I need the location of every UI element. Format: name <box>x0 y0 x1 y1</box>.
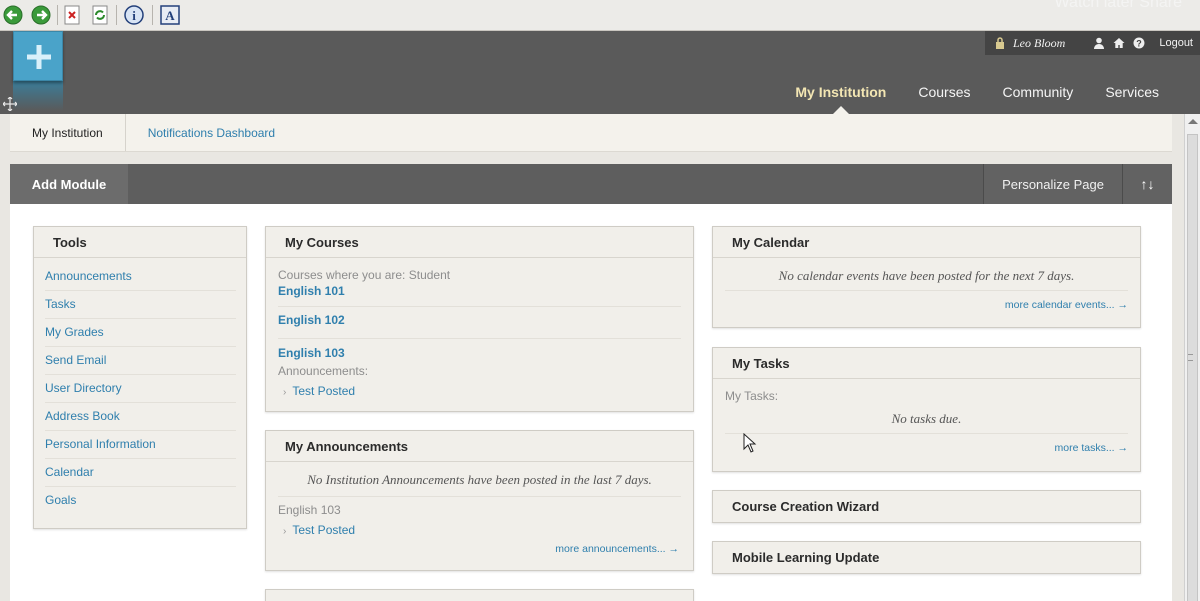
course-creation-wizard-title[interactable]: Course Creation Wizard <box>713 491 1140 522</box>
personalize-page-button[interactable]: Personalize Page <box>983 164 1122 204</box>
logo-shadow <box>13 81 63 111</box>
tools-link-address-book[interactable]: Address Book <box>45 403 236 431</box>
tasks-empty-message: No tasks due. <box>891 411 962 426</box>
toolbar-separator <box>57 5 58 25</box>
svg-text:i: i <box>132 8 136 23</box>
subtab-my-institution[interactable]: My Institution <box>10 114 126 151</box>
divider <box>725 290 1128 291</box>
logout-link[interactable]: Logout <box>1159 37 1193 49</box>
my-calendar-title: My Calendar <box>713 227 1140 258</box>
tools-link-announcements[interactable]: Announcements <box>45 263 236 291</box>
nav-courses[interactable]: Courses <box>902 84 986 100</box>
svg-text:?: ? <box>1137 39 1143 49</box>
user-lock-icon <box>996 37 1004 49</box>
info-icon[interactable]: i <box>123 4 145 26</box>
more-tasks-link[interactable]: more tasks... → <box>725 442 1128 454</box>
my-courses-title: My Courses <box>266 227 693 258</box>
tools-link-tasks[interactable]: Tasks <box>45 291 236 319</box>
refresh-icon[interactable] <box>89 4 111 26</box>
forward-icon[interactable] <box>30 4 52 26</box>
announcement-course-label: English 103 <box>278 503 341 517</box>
content-area: Tools Announcements Tasks My Grades Send… <box>10 204 1172 601</box>
divider <box>725 433 1128 434</box>
back-icon[interactable] <box>2 4 24 26</box>
profile-icon[interactable] <box>1093 37 1105 49</box>
scroll-thumb[interactable] <box>1187 134 1198 601</box>
tools-link-calendar[interactable]: Calendar <box>45 459 236 487</box>
nav-services[interactable]: Services <box>1089 84 1175 100</box>
my-tasks-module: My Tasks My Tasks: No tasks due. more ta… <box>712 347 1141 472</box>
my-tasks-title: My Tasks <box>713 348 1140 379</box>
more-announcements-link[interactable]: more announcements... → <box>278 543 681 555</box>
my-announcements-title: My Announcements <box>266 431 693 462</box>
tools-link-goals[interactable]: Goals <box>45 487 236 515</box>
course-link-english-103[interactable]: English 103 <box>278 339 681 364</box>
my-courses-module: My Courses Courses where you are: Studen… <box>265 226 694 412</box>
text-icon[interactable]: A <box>159 4 181 26</box>
mobile-learning-update-module: Mobile Learning Update <box>712 541 1141 574</box>
module-toolbar: Add Module Personalize Page ↑↓ <box>10 164 1172 204</box>
scroll-grip-icon <box>1188 354 1193 361</box>
top-navigation: My Institution Courses Community Service… <box>779 84 1175 115</box>
my-announcements-module: My Announcements No Institution Announce… <box>265 430 694 571</box>
home-icon[interactable] <box>1113 37 1125 49</box>
user-name[interactable]: Leo Bloom <box>1013 36 1065 51</box>
calendar-empty-message: No calendar events have been posted for … <box>778 268 1075 283</box>
my-calendar-module: My Calendar No calendar events have been… <box>712 226 1141 328</box>
add-tab-logo[interactable] <box>13 31 63 81</box>
svg-text:A: A <box>165 8 175 23</box>
help-icon[interactable]: ? <box>1133 37 1145 49</box>
announcement-link-test-posted[interactable]: Test Posted <box>292 523 355 537</box>
reorder-modules-button[interactable]: ↑↓ <box>1122 164 1172 204</box>
tools-link-user-directory[interactable]: User Directory <box>45 375 236 403</box>
my-tasks-label: My Tasks: <box>725 389 779 403</box>
user-bar: Leo Bloom ? Logout <box>985 31 1200 55</box>
course-role-text: Courses where you are: Student <box>278 268 451 282</box>
announcements-empty-message: No Institution Announcements have been p… <box>307 472 652 487</box>
stop-icon[interactable] <box>61 4 83 26</box>
page-scrollbar[interactable] <box>1184 114 1200 601</box>
course-link-english-101[interactable]: English 101 <box>278 284 681 302</box>
scroll-up-icon[interactable] <box>1188 119 1198 124</box>
tools-title: Tools <box>34 227 246 258</box>
tools-link-send-email[interactable]: Send Email <box>45 347 236 375</box>
chevron-right-icon: › <box>283 526 287 537</box>
plus-icon <box>27 45 51 69</box>
sub-tabs: My Institution Notifications Dashboard <box>10 114 1172 152</box>
nav-my-institution[interactable]: My Institution <box>779 84 902 115</box>
site-header: Leo Bloom ? Logout My Institution Course… <box>0 31 1200 115</box>
announcement-link-test-posted[interactable]: Test Posted <box>292 384 355 398</box>
more-calendar-events-link[interactable]: more calendar events... → <box>725 299 1128 311</box>
announcements-label: Announcements: <box>278 364 369 378</box>
subtab-notifications-dashboard[interactable]: Notifications Dashboard <box>126 114 297 151</box>
mouse-cursor-icon <box>743 432 757 458</box>
tools-module: Tools Announcements Tasks My Grades Send… <box>33 226 247 529</box>
toolbar-separator <box>152 5 153 25</box>
toolbar-separator <box>116 5 117 25</box>
video-overlay-text: Watch later Share <box>1054 0 1182 11</box>
tools-link-my-grades[interactable]: My Grades <box>45 319 236 347</box>
course-creation-wizard-module: Course Creation Wizard <box>712 490 1141 523</box>
course-link-english-102[interactable]: English 102 <box>278 307 681 335</box>
tools-link-personal-information[interactable]: Personal Information <box>45 431 236 459</box>
sort-icon: ↑↓ <box>1140 176 1155 192</box>
partial-module <box>265 589 694 601</box>
browser-toolbar: i A Watch later Share <box>0 0 1200 31</box>
nav-community[interactable]: Community <box>987 84 1090 100</box>
tools-list: Announcements Tasks My Grades Send Email… <box>34 258 246 515</box>
chevron-right-icon: › <box>283 387 287 398</box>
add-module-button[interactable]: Add Module <box>10 164 128 204</box>
mobile-learning-update-title[interactable]: Mobile Learning Update <box>713 542 1140 573</box>
divider <box>278 496 681 497</box>
